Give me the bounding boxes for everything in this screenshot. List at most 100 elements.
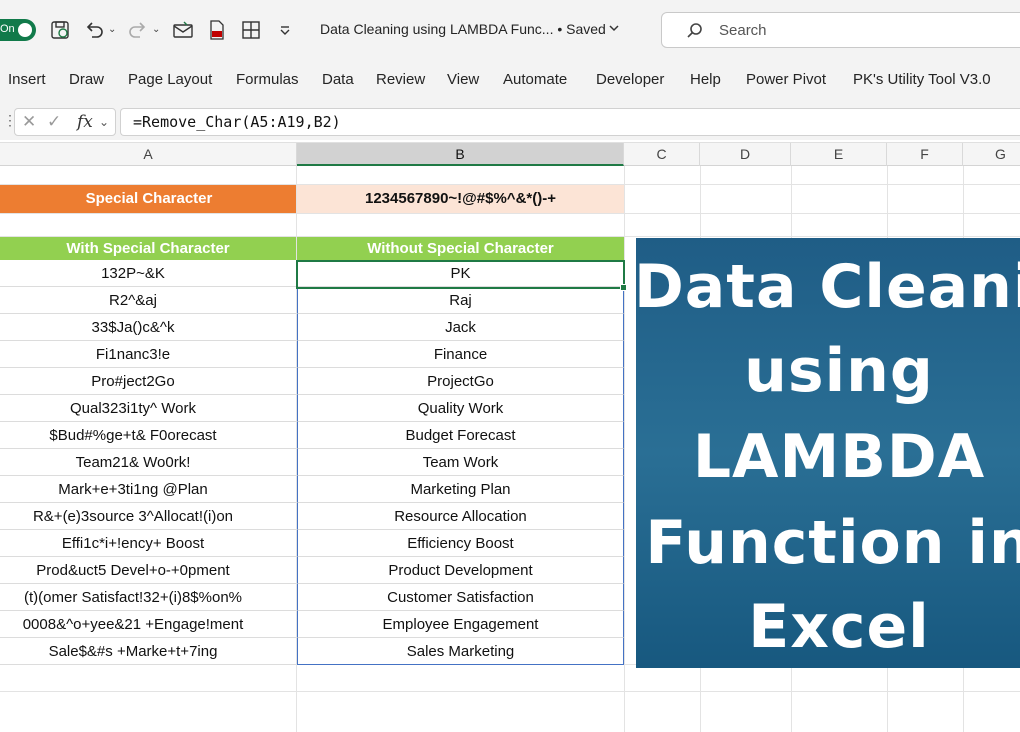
column-header-c[interactable]: C xyxy=(624,143,700,166)
save-icon[interactable] xyxy=(48,18,72,42)
cell-with-special[interactable]: Fi1nanc3!e xyxy=(0,341,296,368)
tab-draw[interactable]: Draw xyxy=(69,71,104,88)
ribbon-tabs: Insert Draw Page Layout Formulas Data Re… xyxy=(0,60,1020,102)
cell-with-special[interactable]: $Bud#%ge+t& F0orecast xyxy=(0,422,296,449)
tab-view[interactable]: View xyxy=(447,71,479,88)
header-without-special[interactable]: Without Special Character xyxy=(297,237,624,260)
formula-input[interactable]: =Remove_Char(A5:A19,B2) xyxy=(120,108,1020,136)
chevron-down-icon[interactable]: ⌄ xyxy=(99,111,109,133)
cell-without-special[interactable]: Product Development xyxy=(297,557,624,584)
banner-line: LAMBDA xyxy=(692,422,986,492)
cell-with-special[interactable]: Sale$&#s +Marke+t+7ing xyxy=(0,638,296,665)
table-row: R2^&aj Raj xyxy=(0,287,624,314)
tab-formulas[interactable]: Formulas xyxy=(236,71,299,88)
borders-grid-icon[interactable] xyxy=(239,18,263,42)
cancel-icon[interactable]: ✕ xyxy=(22,111,36,133)
redo-icon[interactable] xyxy=(126,18,150,42)
cell-with-special[interactable]: 132P~&K xyxy=(0,260,296,287)
undo-icon[interactable] xyxy=(82,18,106,42)
cell-without-special[interactable]: Efficiency Boost xyxy=(297,530,624,557)
cell-without-special[interactable]: ProjectGo xyxy=(297,368,624,395)
column-header-b[interactable]: B xyxy=(297,143,624,166)
pdf-icon[interactable] xyxy=(205,18,229,42)
table-row: 33$Ja()c&^k Jack xyxy=(0,314,624,341)
formula-bar: ⋮ ✕ ✓ fx ⌄ =Remove_Char(A5:A19,B2) xyxy=(0,102,1020,140)
autosave-toggle[interactable]: On xyxy=(0,19,36,41)
tab-review[interactable]: Review xyxy=(376,71,425,88)
active-cell-selection xyxy=(296,260,625,289)
column-header-e[interactable]: E xyxy=(791,143,887,166)
tab-data[interactable]: Data xyxy=(322,71,354,88)
tab-page-layout[interactable]: Page Layout xyxy=(128,71,212,88)
document-title[interactable]: Data Cleaning using LAMBDA Func... • Sav… xyxy=(320,21,606,37)
special-character-label[interactable]: Special Character xyxy=(0,185,296,213)
table-row: Team21& Wo0rk! Team Work xyxy=(0,449,624,476)
cell-without-special[interactable]: Employee Engagement xyxy=(297,611,624,638)
enter-check-icon[interactable]: ✓ xyxy=(47,111,61,133)
column-header-f[interactable]: F xyxy=(887,143,963,166)
table-row: Qual323i1ty^ Work Quality Work xyxy=(0,395,624,422)
column-header-a[interactable]: A xyxy=(0,143,297,166)
tab-help[interactable]: Help xyxy=(690,71,721,88)
mail-icon[interactable] xyxy=(171,18,195,42)
title-bar: On ⌄ ⌄ Data Cleaning using LAMBDA Func..… xyxy=(0,0,1020,60)
insert-function-icon[interactable]: fx xyxy=(77,111,93,133)
special-character-value[interactable]: 1234567890~!@#$%^&*()-+ xyxy=(297,185,624,213)
gridline xyxy=(0,691,1020,692)
cell-with-special[interactable]: Qual323i1ty^ Work xyxy=(0,395,296,422)
customize-toolbar-icon[interactable] xyxy=(273,18,297,42)
table-row: Fi1nanc3!e Finance xyxy=(0,341,624,368)
cell-without-special[interactable]: Customer Satisfaction xyxy=(297,584,624,611)
banner-line: Function in xyxy=(645,508,1020,578)
cell-without-special[interactable]: Team Work xyxy=(297,449,624,476)
cell-without-special[interactable]: Quality Work xyxy=(297,395,624,422)
cell-with-special[interactable]: Pro#ject2Go xyxy=(0,368,296,395)
cell-without-special[interactable]: Resource Allocation xyxy=(297,503,624,530)
table-row: (t)(omer Satisfact!32+(i)8$%on% Customer … xyxy=(0,584,624,611)
cell-without-special[interactable]: Sales Marketing xyxy=(297,638,624,665)
tab-insert[interactable]: Insert xyxy=(8,71,46,88)
cell-with-special[interactable]: Effi1c*i+!ency+ Boost xyxy=(0,530,296,557)
cell-with-special[interactable]: (t)(omer Satisfact!32+(i)8$%on% xyxy=(0,584,296,611)
undo-dropdown-icon[interactable]: ⌄ xyxy=(108,18,116,42)
table-row: Pro#ject2Go ProjectGo xyxy=(0,368,624,395)
fill-handle[interactable] xyxy=(620,284,627,291)
banner-line: Data Cleanin xyxy=(636,252,1020,322)
title-banner-image[interactable]: Data Cleanin using LAMBDA Function in Ex… xyxy=(636,238,1020,668)
tab-pk-utility[interactable]: PK's Utility Tool V3.0 xyxy=(853,71,991,88)
column-header-d[interactable]: D xyxy=(700,143,791,166)
cell-with-special[interactable]: Mark+e+3ti1ng @Plan xyxy=(0,476,296,503)
cell-without-special[interactable]: Marketing Plan xyxy=(297,476,624,503)
cell-with-special[interactable]: 33$Ja()c&^k xyxy=(0,314,296,341)
cell-without-special[interactable]: Jack xyxy=(297,314,624,341)
gridline xyxy=(624,166,625,732)
table-row: Effi1c*i+!ency+ Boost Efficiency Boost xyxy=(0,530,624,557)
column-header-g[interactable]: G xyxy=(963,143,1020,166)
formula-text: =Remove_Char(A5:A19,B2) xyxy=(133,113,341,131)
cell-with-special[interactable]: Prod&uct5 Devel+o-+0pment xyxy=(0,557,296,584)
chevron-down-icon[interactable] xyxy=(608,22,620,34)
cell-with-special[interactable]: 0008&^o+yee&21 +Engage!ment xyxy=(0,611,296,638)
worksheet-grid[interactable]: Special Character 1234567890~!@#$%^&*()-… xyxy=(0,166,1020,732)
tab-developer[interactable]: Developer xyxy=(596,71,664,88)
table-row: Sale$&#s +Marke+t+7ing Sales Marketing xyxy=(0,638,624,665)
cell-without-special[interactable]: Budget Forecast xyxy=(297,422,624,449)
tab-power-pivot[interactable]: Power Pivot xyxy=(746,71,826,88)
redo-dropdown-icon[interactable]: ⌄ xyxy=(152,18,160,42)
column-headers: A B C D E F G xyxy=(0,142,1020,166)
cell-with-special[interactable]: R&+(e)3source 3^Allocat!(i)on xyxy=(0,503,296,530)
search-placeholder: Search xyxy=(719,22,767,39)
cell-without-special[interactable]: Raj xyxy=(297,287,624,314)
banner-line: Excel xyxy=(748,592,930,662)
cell-with-special[interactable]: R2^&aj xyxy=(0,287,296,314)
search-box[interactable]: Search xyxy=(661,12,1020,48)
header-with-special[interactable]: With Special Character xyxy=(0,237,296,260)
table-row: $Bud#%ge+t& F0orecast Budget Forecast xyxy=(0,422,624,449)
cell-with-special[interactable]: Team21& Wo0rk! xyxy=(0,449,296,476)
table-row: Mark+e+3ti1ng @Plan Marketing Plan xyxy=(0,476,624,503)
tab-automate[interactable]: Automate xyxy=(503,71,567,88)
search-icon xyxy=(687,23,702,38)
table-row: 0008&^o+yee&21 +Engage!ment Employee Enga… xyxy=(0,611,624,638)
banner-line: using xyxy=(744,336,934,406)
cell-without-special[interactable]: Finance xyxy=(297,341,624,368)
